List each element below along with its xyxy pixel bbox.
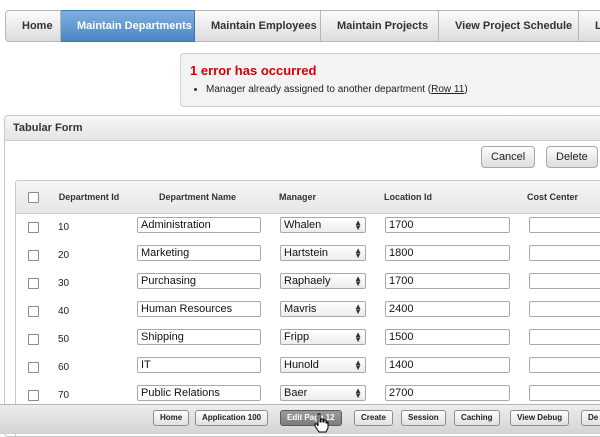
tab-maintain-projects[interactable]: Maintain Projects — [321, 10, 439, 42]
region-title: Tabular Form — [5, 116, 600, 141]
manager-select[interactable]: Baer ▲ ▼ — [280, 385, 366, 401]
manager-select[interactable]: Mavris ▲ ▼ — [280, 301, 366, 317]
header-department-name[interactable]: Department Name — [159, 181, 236, 213]
department-id: 40 — [58, 306, 70, 317]
department-name-input[interactable]: Purchasing — [137, 273, 261, 289]
dev-home-button[interactable]: Home — [153, 410, 190, 426]
dev-session-button[interactable]: Session — [401, 410, 446, 426]
tab-maintain-departments[interactable]: Maintain Departments — [61, 10, 195, 42]
row-checkbox[interactable] — [28, 278, 39, 289]
dev-application-button[interactable]: Application 100 — [195, 410, 269, 426]
department-name-input[interactable]: Administration — [137, 217, 261, 233]
tab-logout[interactable]: Lo — [579, 10, 600, 42]
dev-view-debug-button[interactable]: View Debug — [510, 410, 570, 426]
row-checkbox[interactable] — [28, 334, 39, 345]
error-row-link[interactable]: Row 11 — [431, 84, 464, 95]
delete-button[interactable]: Delete — [546, 146, 598, 168]
department-name-input[interactable]: Public Relations — [137, 385, 261, 401]
updown-arrow-icon: ▲ ▼ — [354, 358, 362, 372]
manager-value: Fripp — [284, 331, 310, 343]
table-row: 50 Shipping Fripp ▲ ▼ 1500 — [16, 326, 600, 354]
header-cost-center[interactable]: Cost Center — [527, 181, 578, 213]
department-id: 30 — [58, 278, 70, 289]
dev-caching-button[interactable]: Caching — [454, 410, 500, 426]
cost-center-input[interactable] — [529, 301, 600, 317]
manager-value: Raphaely — [284, 275, 331, 287]
location-id-input[interactable]: 1700 — [385, 217, 510, 233]
manager-value: Hunold — [284, 359, 319, 371]
department-id: 50 — [58, 334, 70, 345]
updown-arrow-icon: ▲ ▼ — [354, 302, 362, 316]
updown-arrow-icon: ▲ ▼ — [354, 386, 362, 400]
cost-center-input[interactable] — [529, 245, 600, 261]
department-id: 20 — [58, 250, 70, 261]
row-checkbox[interactable] — [28, 306, 39, 317]
tab-home[interactable]: Home — [5, 10, 61, 42]
header-department-id[interactable]: Department Id — [56, 181, 122, 213]
error-suffix: ) — [464, 84, 468, 95]
table-row: 60 IT Hunold ▲ ▼ 1400 — [16, 354, 600, 382]
department-name-input[interactable]: Shipping — [137, 329, 261, 345]
tab-view-project-schedule[interactable]: View Project Schedule — [439, 10, 579, 42]
manager-select[interactable]: Hartstein ▲ ▼ — [280, 245, 366, 261]
location-id-input[interactable]: 1800 — [385, 245, 510, 261]
dev-edit-page-button[interactable]: Edit Page 12 — [280, 410, 342, 426]
dev-create-button[interactable]: Create — [354, 410, 393, 426]
cancel-button[interactable]: Cancel — [481, 146, 536, 168]
table-row: 10 Administration Whalen ▲ ▼ 1700 — [16, 214, 600, 242]
row-checkbox[interactable] — [28, 222, 39, 233]
tabular-form-region: Tabular Form Cancel Delete Department Id… — [4, 115, 600, 437]
header-location-id[interactable]: Location Id — [384, 181, 432, 213]
table-row: 20 Marketing Hartstein ▲ ▼ 1800 — [16, 242, 600, 270]
manager-value: Mavris — [284, 303, 317, 315]
updown-arrow-icon: ▲ ▼ — [354, 330, 362, 344]
table-row: 40 Human Resources Mavris ▲ ▼ 2400 — [16, 298, 600, 326]
manager-value: Baer — [284, 387, 308, 399]
tabular-form-table: Department Id Department Name Manager Lo… — [15, 180, 600, 436]
location-id-input[interactable]: 1400 — [385, 357, 510, 373]
hand-pointer-icon — [314, 413, 329, 433]
location-id-input[interactable]: 2700 — [385, 385, 510, 401]
row-checkbox[interactable] — [28, 362, 39, 373]
top-nav: Home Maintain Departments Maintain Emplo… — [5, 10, 600, 42]
bullet-icon — [194, 87, 197, 91]
row-checkbox[interactable] — [28, 250, 39, 261]
updown-arrow-icon: ▲ ▼ — [354, 246, 362, 260]
manager-select[interactable]: Hunold ▲ ▼ — [280, 357, 366, 373]
updown-arrow-icon: ▲ ▼ — [354, 218, 362, 232]
error-title: 1 error has occurred — [190, 63, 317, 78]
manager-value: Whalen — [284, 219, 322, 231]
cost-center-input[interactable] — [529, 357, 600, 373]
error-message-box: 1 error has occurred Manager already ass… — [180, 53, 600, 107]
location-id-input[interactable]: 2400 — [385, 301, 510, 317]
department-id: 10 — [58, 222, 70, 233]
dev-debug-button[interactable]: De — [581, 410, 600, 426]
error-item: Manager already assigned to another depa… — [194, 84, 468, 95]
cost-center-input[interactable] — [529, 217, 600, 233]
select-all-checkbox[interactable] — [28, 192, 39, 203]
cost-center-input[interactable] — [529, 385, 600, 401]
manager-select[interactable]: Fripp ▲ ▼ — [280, 329, 366, 345]
department-name-input[interactable]: Human Resources — [137, 301, 261, 317]
manager-select[interactable]: Raphaely ▲ ▼ — [280, 273, 366, 289]
developer-toolbar: Home Application 100 Edit Page 12 Create… — [0, 404, 600, 434]
updown-arrow-icon: ▲ ▼ — [354, 274, 362, 288]
tab-maintain-employees[interactable]: Maintain Employees — [195, 10, 321, 42]
table-header: Department Id Department Name Manager Lo… — [16, 181, 600, 214]
cost-center-input[interactable] — [529, 273, 600, 289]
department-id: 70 — [58, 390, 70, 401]
row-checkbox[interactable] — [28, 390, 39, 401]
manager-select[interactable]: Whalen ▲ ▼ — [280, 217, 366, 233]
location-id-input[interactable]: 1700 — [385, 273, 510, 289]
header-manager[interactable]: Manager — [279, 181, 316, 213]
error-text: Manager already assigned to another depa… — [206, 84, 432, 95]
table-row: 30 Purchasing Raphaely ▲ ▼ 1700 — [16, 270, 600, 298]
department-name-input[interactable]: IT — [137, 357, 261, 373]
cost-center-input[interactable] — [529, 329, 600, 345]
location-id-input[interactable]: 1500 — [385, 329, 510, 345]
manager-value: Hartstein — [284, 247, 329, 259]
department-id: 60 — [58, 362, 70, 373]
department-name-input[interactable]: Marketing — [137, 245, 261, 261]
